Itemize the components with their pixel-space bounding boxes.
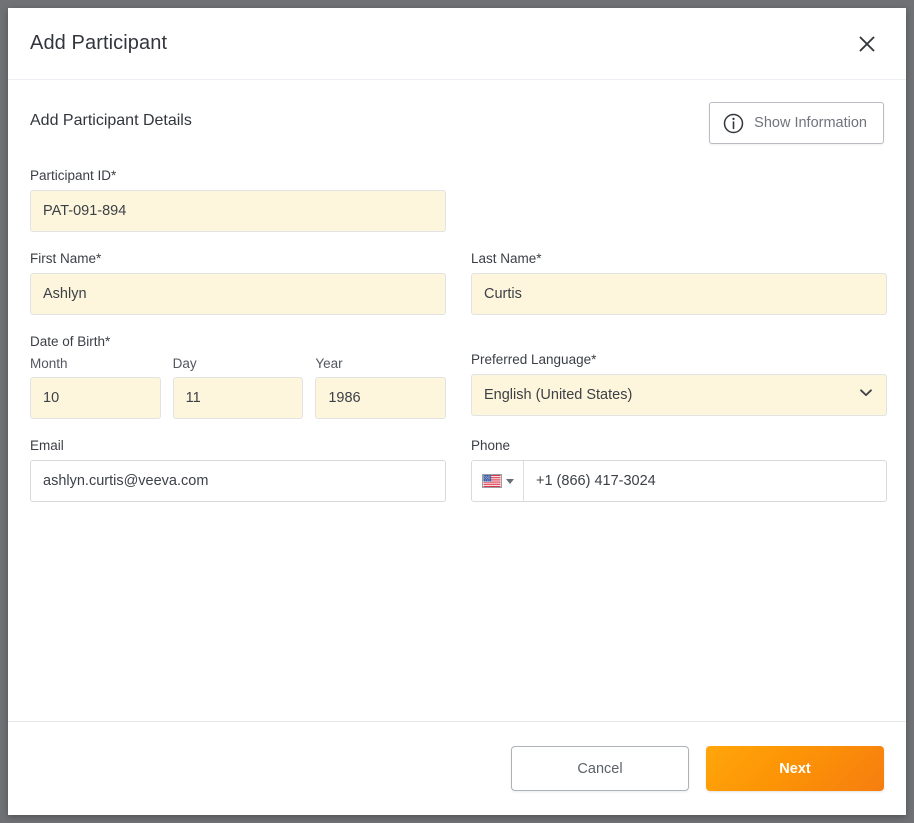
close-icon[interactable]: [850, 27, 884, 61]
date-of-birth-label: Date of Birth*: [30, 334, 111, 349]
phone-number-input[interactable]: [524, 461, 886, 501]
cancel-button[interactable]: Cancel: [511, 746, 689, 791]
field-first-name: First Name*: [30, 251, 446, 315]
email-input[interactable]: [30, 460, 446, 502]
last-name-input[interactable]: [471, 273, 887, 315]
close-glyph: [859, 36, 875, 51]
field-date-of-birth: Date of Birth* Month Day Year: [30, 334, 447, 419]
page-title: Add Participant: [30, 32, 168, 54]
modal-header: Add Participant: [8, 8, 906, 80]
email-label: Email: [30, 438, 64, 453]
country-code-select[interactable]: [472, 461, 524, 501]
field-preferred-language: Preferred Language*: [471, 334, 887, 419]
us-flag-icon: [481, 474, 502, 488]
dob-day-group: Day: [172, 356, 304, 419]
info-circle-icon: [723, 113, 744, 134]
preferred-language-value[interactable]: [471, 374, 887, 416]
dob-day-input[interactable]: [172, 377, 304, 419]
modal-body: Add Participant Details Show Information…: [8, 80, 906, 721]
field-email: Email: [30, 438, 446, 502]
participant-id-label: Participant ID*: [30, 168, 117, 183]
participant-id-input[interactable]: [30, 190, 446, 232]
dob-day-label: Day: [172, 356, 197, 371]
show-information-button[interactable]: Show Information: [709, 102, 884, 144]
preferred-language-select[interactable]: [471, 374, 887, 416]
field-participant-id: Participant ID*: [30, 168, 446, 232]
dob-month-input[interactable]: [30, 377, 161, 419]
modal-footer: Cancel Next: [8, 721, 906, 815]
phone-input-group: [471, 460, 887, 502]
grid-spacer-1: [471, 168, 887, 251]
add-participant-modal: Add Participant Add Participant Details …: [8, 8, 906, 815]
last-name-label: Last Name*: [471, 251, 542, 266]
next-button[interactable]: Next: [706, 746, 884, 791]
first-name-input[interactable]: [30, 273, 446, 315]
phone-label: Phone: [471, 438, 511, 453]
show-information-label: Show Information: [754, 115, 867, 131]
preferred-language-label: Preferred Language*: [471, 352, 597, 367]
field-last-name: Last Name*: [471, 251, 887, 315]
dob-month-label: Month: [30, 356, 68, 371]
dob-year-label: Year: [315, 356, 343, 371]
caret-down-icon: [505, 478, 514, 484]
dob-month-group: Month: [30, 356, 161, 419]
section-title: Add Participant Details: [30, 112, 192, 129]
section-header-row: Add Participant Details Show Information: [30, 102, 884, 144]
field-phone: Phone: [471, 438, 887, 502]
dob-year-input[interactable]: [315, 377, 447, 419]
first-name-label: First Name*: [30, 251, 102, 266]
date-of-birth-row: Month Day Year: [30, 356, 447, 419]
participant-form: Participant ID* First Name* Last Name* D…: [30, 168, 887, 521]
dob-year-group: Year: [315, 356, 447, 419]
